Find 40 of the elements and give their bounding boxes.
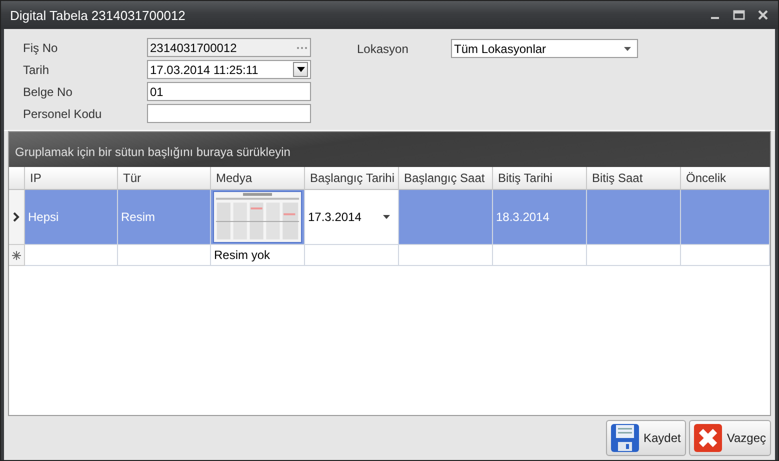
column-header[interactable]: Medya — [211, 167, 305, 190]
caret-icon — [383, 215, 390, 220]
maximize-icon[interactable] — [732, 8, 746, 22]
cancel-button[interactable]: Vazgeç — [688, 420, 771, 456]
field-label: Tarih — [22, 62, 50, 78]
field-label: Personel Kodu — [22, 106, 103, 122]
field-label: Belge No — [22, 84, 74, 100]
header-corner — [9, 167, 25, 190]
date-editor[interactable]: 17.3.2014 — [305, 190, 399, 246]
column-header[interactable]: Başlangıç Tarihi — [305, 167, 399, 190]
table-cell: Resim yok — [211, 245, 305, 266]
window-title: Digital Tabela 2314031700012 — [10, 8, 186, 22]
ellipsis-icon[interactable] — [296, 46, 308, 50]
save-button[interactable]: Kaydet — [606, 420, 686, 456]
table-cell: Resim — [118, 190, 211, 246]
group-panel-hint: Gruplamak için bir sütun başlığını buraya sürükleyin — [9, 132, 770, 167]
column-header[interactable]: Bitiş Tarihi — [493, 167, 587, 190]
input-field[interactable] — [147, 104, 311, 123]
new-row-icon — [12, 250, 21, 260]
column-header[interactable]: IP — [25, 167, 118, 190]
input-field[interactable]: 01 — [147, 82, 311, 101]
input-field[interactable]: 2314031700012 — [147, 38, 311, 57]
field-label: Lokasyon — [356, 40, 410, 58]
column-header[interactable]: Bitiş Saat — [587, 167, 681, 190]
column-header[interactable]: Öncelik — [681, 167, 770, 190]
date-picker[interactable]: 17.03.2014 11:25:11 — [147, 60, 311, 79]
close-icon — [692, 423, 723, 453]
dropdown-button[interactable] — [293, 62, 308, 77]
location-dropdown[interactable]: Tüm Lokasyonlar — [451, 39, 638, 58]
row-pointer-icon — [13, 212, 20, 222]
table-cell: Hepsi — [25, 190, 118, 246]
caret-icon — [624, 46, 631, 50]
caret-icon — [296, 67, 304, 72]
column-header[interactable]: Başlangıç Saat — [399, 167, 493, 190]
close-icon[interactable] — [756, 8, 770, 22]
row-indicator[interactable] — [9, 245, 25, 266]
field-label: Fiş No — [22, 40, 59, 56]
table-cell: 18.3.2014 — [493, 190, 587, 246]
row-indicator[interactable] — [9, 190, 25, 246]
column-header[interactable]: Tür — [118, 167, 211, 190]
